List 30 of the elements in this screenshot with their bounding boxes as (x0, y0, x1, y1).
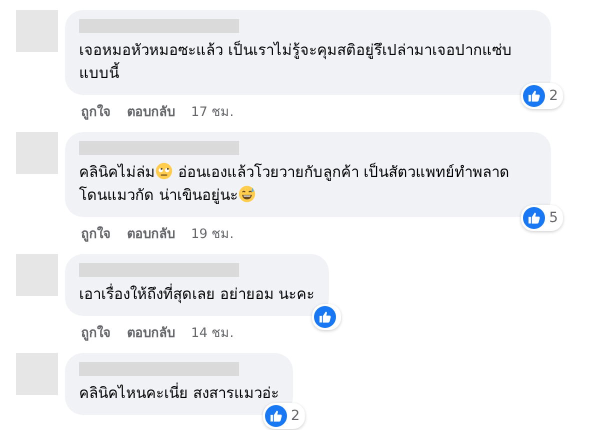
thumbs-up-icon (523, 207, 546, 229)
thumbs-up-icon (523, 85, 546, 107)
reaction-badge[interactable]: 2 (262, 403, 305, 429)
timestamp: 14 ชม. (191, 325, 234, 343)
thumbs-up-icon (264, 405, 287, 427)
like-link[interactable]: ถูกใจ (81, 322, 111, 343)
sweat-smile-emoji-icon (238, 185, 256, 203)
avatar-placeholder (16, 254, 58, 296)
reply-link[interactable]: ตอบกลับ (127, 322, 175, 343)
eye-roll-emoji-icon (155, 162, 173, 180)
like-link[interactable]: ถูกใจ (81, 101, 111, 122)
reply-link[interactable]: ตอบกลับ (127, 223, 175, 244)
timestamp: 17 ชม. (191, 104, 234, 122)
avatar-placeholder (16, 353, 58, 395)
timestamp: 19 ชม. (191, 226, 234, 244)
like-link[interactable]: ถูกใจ (81, 223, 111, 244)
reaction-count: 2 (290, 408, 300, 424)
comment-text: คลินิคไม่ล่ม อ่อนเองแล้วโวยวายกับลูกค้า เป็นสัตวแพทย์ทำพลาดโดนแมวกัด น่าเขินอยู่นะ (79, 161, 511, 206)
reaction-badge[interactable] (312, 304, 341, 330)
comment-text: เจอหมอหัวหมอซะแล้ว เป็นเราไม่รู้จะคุมสติอยู่รึเปล่ามาเจอปากแซ่บแบบนี้ (79, 40, 513, 84)
reaction-badge[interactable]: 5 (521, 205, 563, 231)
reaction-count: 5 (549, 210, 558, 226)
avatar-placeholder (16, 10, 58, 52)
reply-link[interactable]: ตอบกลับ (127, 101, 175, 122)
comment-text: เอาเรื่องให้ถึงที่สุดเลย อย่ายอม นะคะ (79, 283, 315, 306)
reaction-badge[interactable]: 2 (521, 83, 563, 109)
comment-text: คลินิคไหนคะเนี่ย สงสารแมวอ่ะ (79, 382, 279, 404)
thumbs-up-icon (314, 306, 336, 328)
reaction-count: 2 (549, 88, 558, 104)
avatar-placeholder (16, 132, 58, 174)
